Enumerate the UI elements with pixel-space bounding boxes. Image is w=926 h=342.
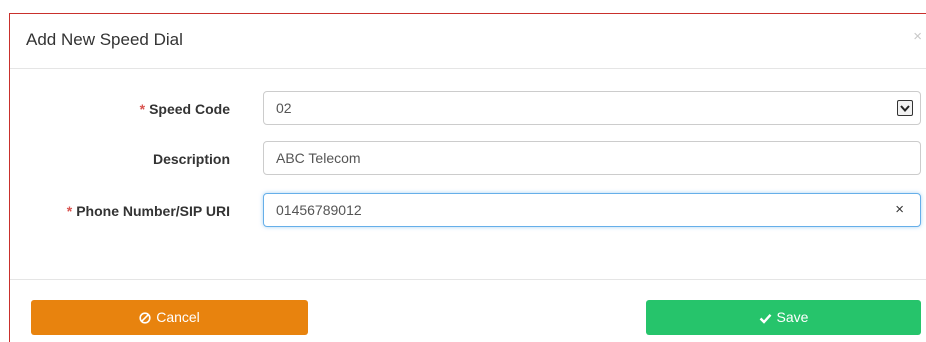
save-button[interactable]: Save	[646, 300, 921, 335]
speed-code-select[interactable]: 02	[263, 91, 921, 125]
description-input[interactable]: ABC Telecom	[263, 141, 921, 175]
save-label: Save	[776, 309, 809, 325]
speed-code-label: * Speed Code	[10, 101, 230, 117]
footer-divider	[10, 279, 926, 280]
speed-code-value: 02	[276, 100, 292, 116]
phone-value: 01456789012	[276, 202, 362, 218]
modal-title: Add New Speed Dial	[26, 30, 183, 49]
ban-icon	[139, 312, 151, 324]
clear-icon[interactable]: ×	[895, 194, 904, 226]
phone-label-text: Phone Number/SIP URI	[76, 203, 230, 219]
description-label: Description	[152, 151, 230, 167]
chevron-down-icon[interactable]	[897, 100, 913, 116]
cancel-label: Cancel	[156, 309, 200, 325]
header-divider	[10, 68, 926, 69]
description-value: ABC Telecom	[276, 150, 361, 166]
required-marker: *	[66, 203, 73, 219]
check-icon	[759, 313, 772, 324]
speed-code-label-text: Speed Code	[149, 101, 230, 117]
required-marker: *	[139, 101, 146, 117]
close-icon[interactable]: ×	[913, 28, 922, 45]
phone-number-input[interactable]: 01456789012 ×	[263, 193, 921, 227]
cancel-button[interactable]: Cancel	[31, 300, 308, 335]
phone-label: * Phone Number/SIP URI	[10, 203, 230, 219]
speed-dial-modal: Add New Speed Dial × * Speed Code 02 Desc…	[9, 13, 926, 342]
